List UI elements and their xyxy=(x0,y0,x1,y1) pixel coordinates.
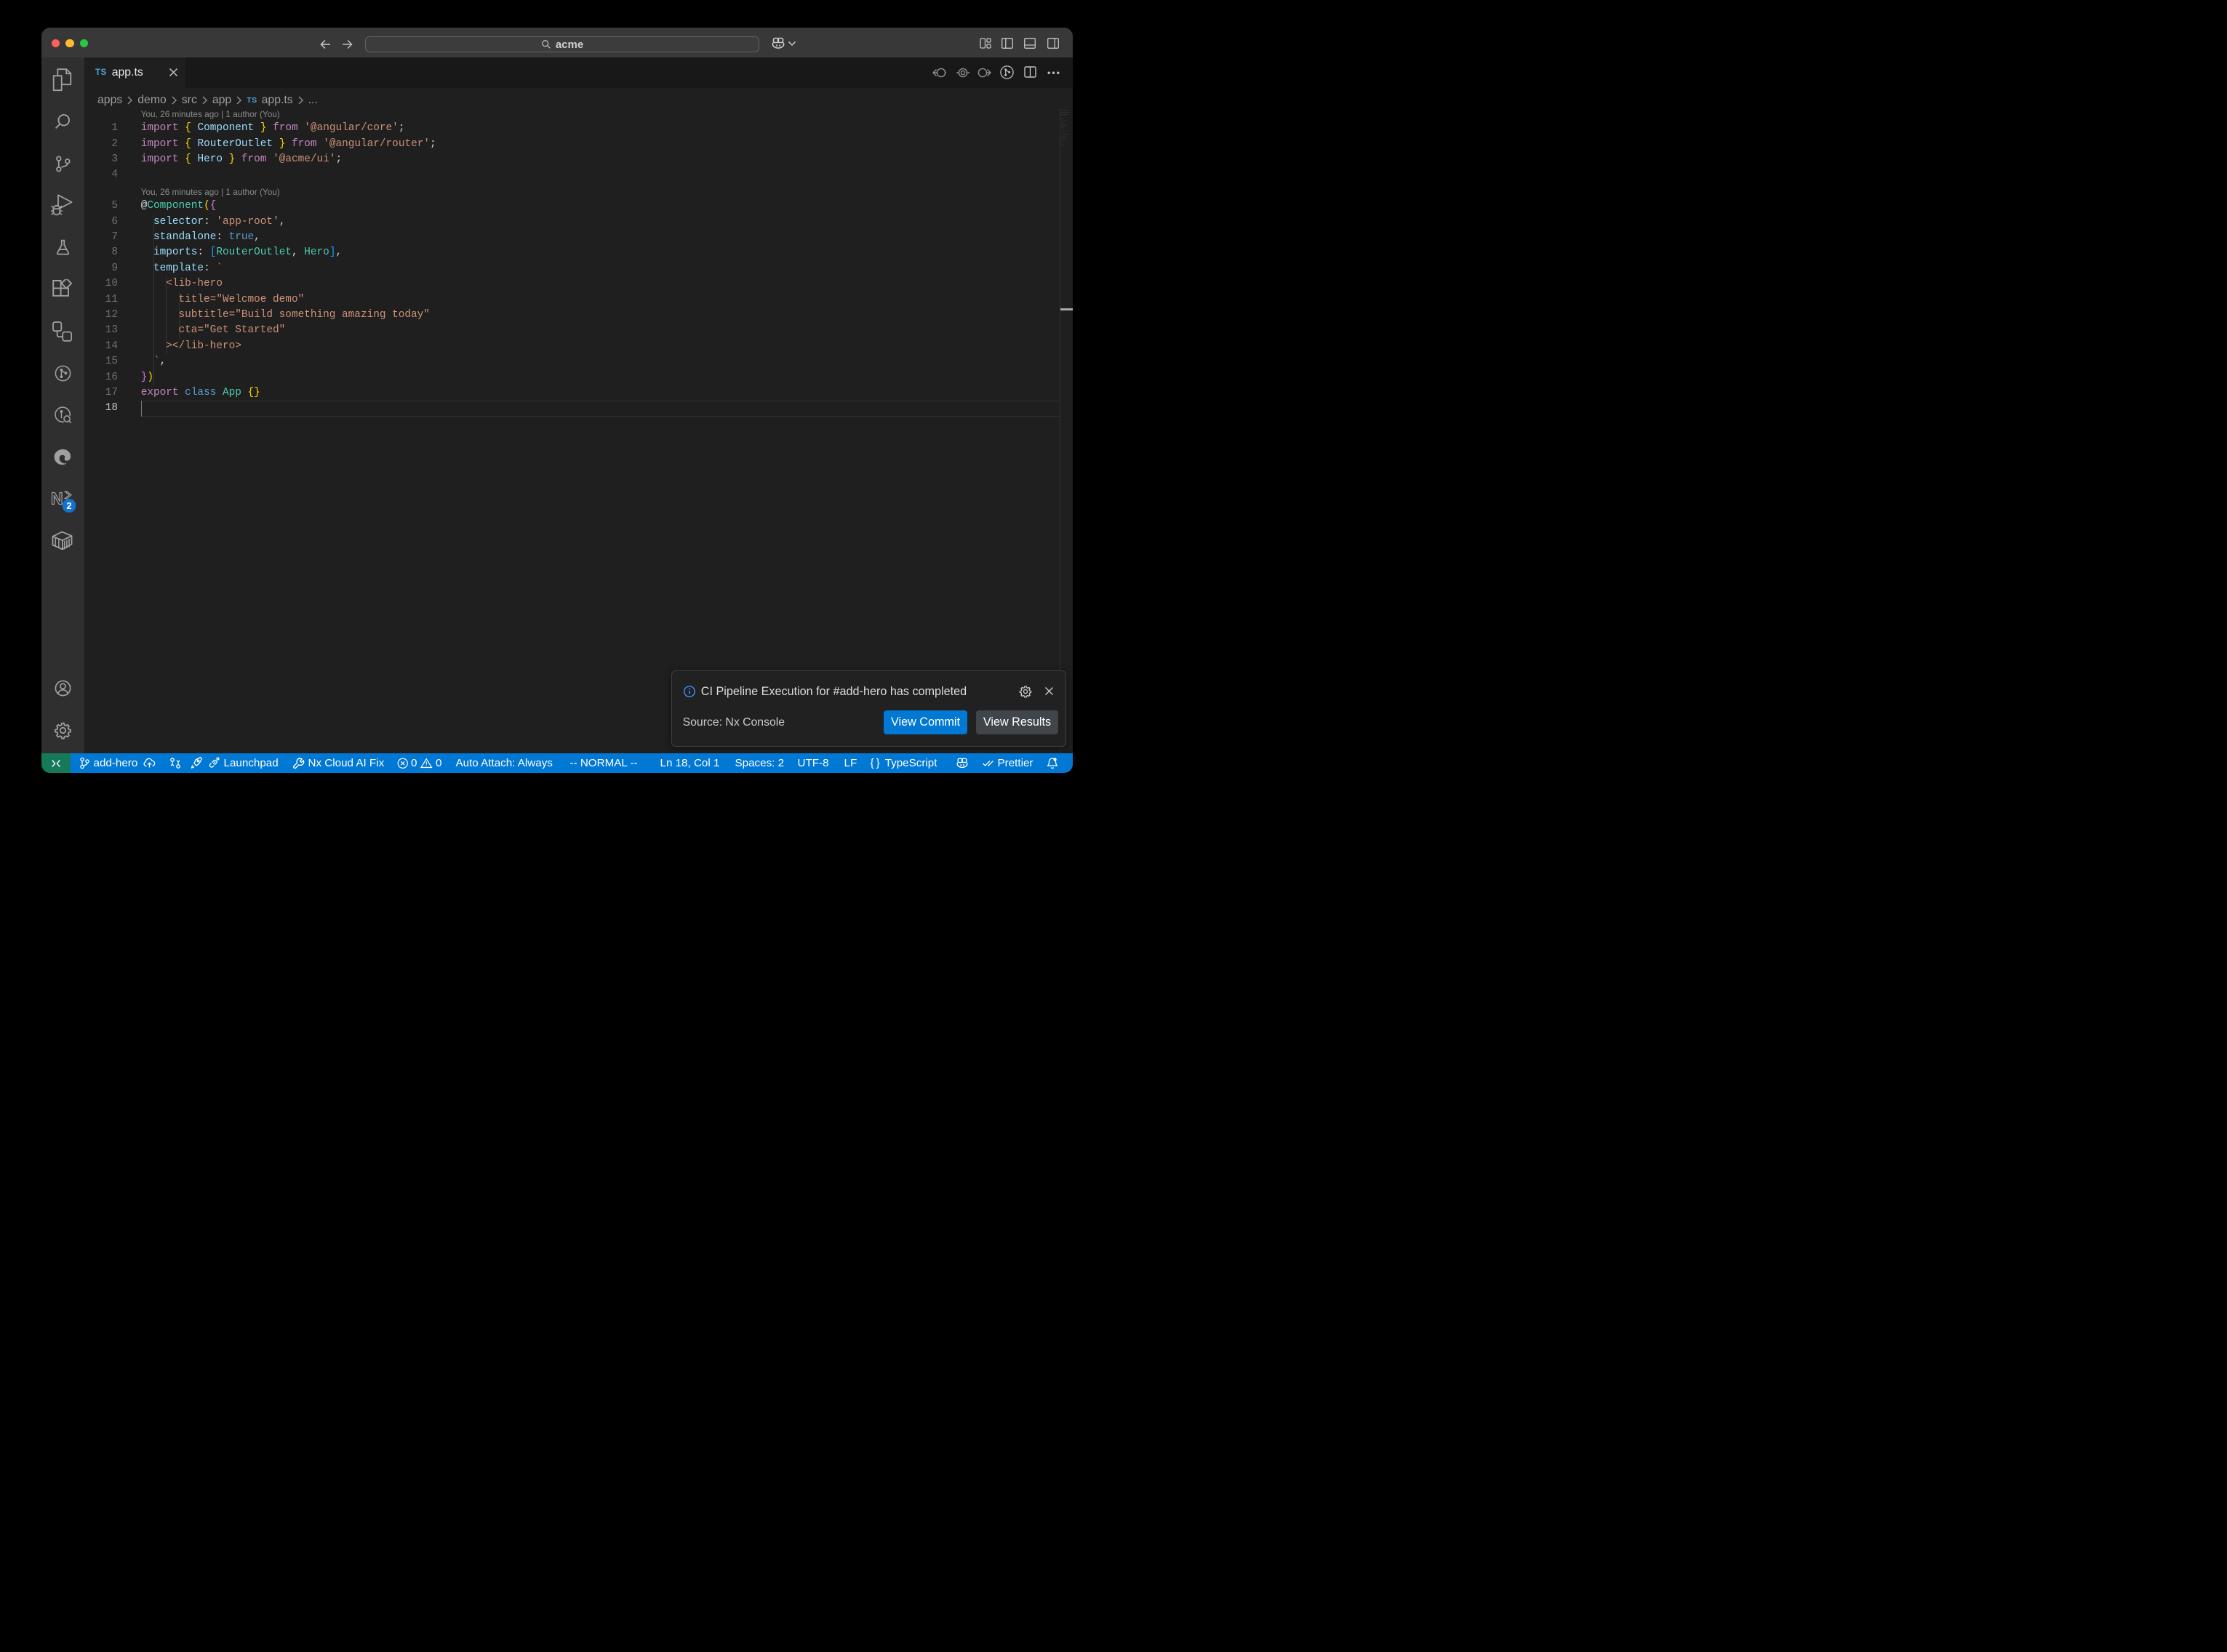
svg-text:N: N xyxy=(51,490,63,508)
svg-text:2: 2 xyxy=(66,500,71,511)
